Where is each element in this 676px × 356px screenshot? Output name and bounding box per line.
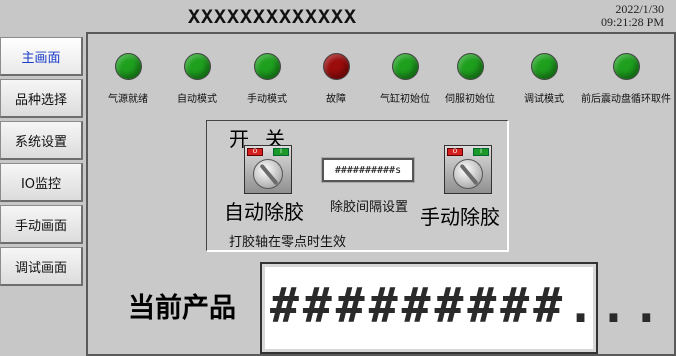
lamp-vibration-cycle: 前后震动盘循环取件 [581, 53, 671, 105]
indicator-light-icon [391, 53, 419, 80]
machine-title: XXXXXXXXXXXXX [188, 7, 358, 30]
off-indicator-icon: O [247, 148, 263, 156]
auto-glue-label: 自动除胶 [224, 200, 304, 224]
nav-product-select[interactable]: 品种选择 [0, 79, 83, 118]
nav-manual-screen[interactable]: 手动画面 [0, 205, 83, 244]
rotary-knob-icon [453, 159, 483, 189]
manual-glue-label: 手动除胶 [420, 205, 500, 229]
indicator-light-icon [612, 53, 640, 80]
lamp-servo-home: 伺服初始位 [428, 53, 512, 105]
nav-debug-screen[interactable]: 调试画面 [0, 247, 83, 286]
lamp-debug-mode: 调试模式 [502, 53, 586, 105]
main-panel: 气源就绪 自动模式 手动模式 故障 气缸初始位 伺服初始位 调试模式 前后震动盘… [86, 32, 676, 356]
on-indicator-icon: I [473, 148, 489, 156]
manual-glue-switch[interactable]: O I [444, 145, 492, 194]
nav-system-settings[interactable]: 系统设置 [0, 121, 83, 160]
current-product-label: 当前产品 [128, 293, 236, 324]
off-indicator-icon: O [447, 148, 463, 156]
glue-removal-panel: 开关 O I 自动除胶 打胶轴在零点时生效 ##########s 除胶间隔设置… [206, 120, 509, 252]
current-product-display[interactable]: #########... [260, 262, 661, 354]
time-display: 09:21:28 PM [600, 15, 664, 29]
indicator-light-icon [183, 53, 211, 80]
on-indicator-icon: I [273, 148, 289, 156]
indicator-light-icon [114, 53, 142, 80]
current-product-value: #########... [270, 278, 665, 334]
indicator-light-icon [253, 53, 281, 80]
auto-glue-switch[interactable]: O I [244, 145, 292, 194]
indicator-light-icon [322, 53, 350, 80]
title-bar: XXXXXXXXXXXXX 2022/1/30 09:21:28 PM [0, 0, 676, 32]
rotary-knob-icon [253, 159, 283, 189]
indicator-light-icon [456, 53, 484, 80]
interval-input[interactable]: ##########s [321, 157, 415, 183]
nav-io-monitor[interactable]: IO监控 [0, 163, 83, 202]
glue-note: 打胶轴在零点时生效 [229, 235, 347, 250]
nav-main-screen[interactable]: 主画面 [0, 37, 83, 76]
indicator-light-icon [530, 53, 558, 80]
side-nav: 主画面 品种选择 系统设置 IO监控 手动画面 调试画面 [0, 32, 84, 356]
interval-label: 除胶间隔设置 [330, 200, 409, 215]
